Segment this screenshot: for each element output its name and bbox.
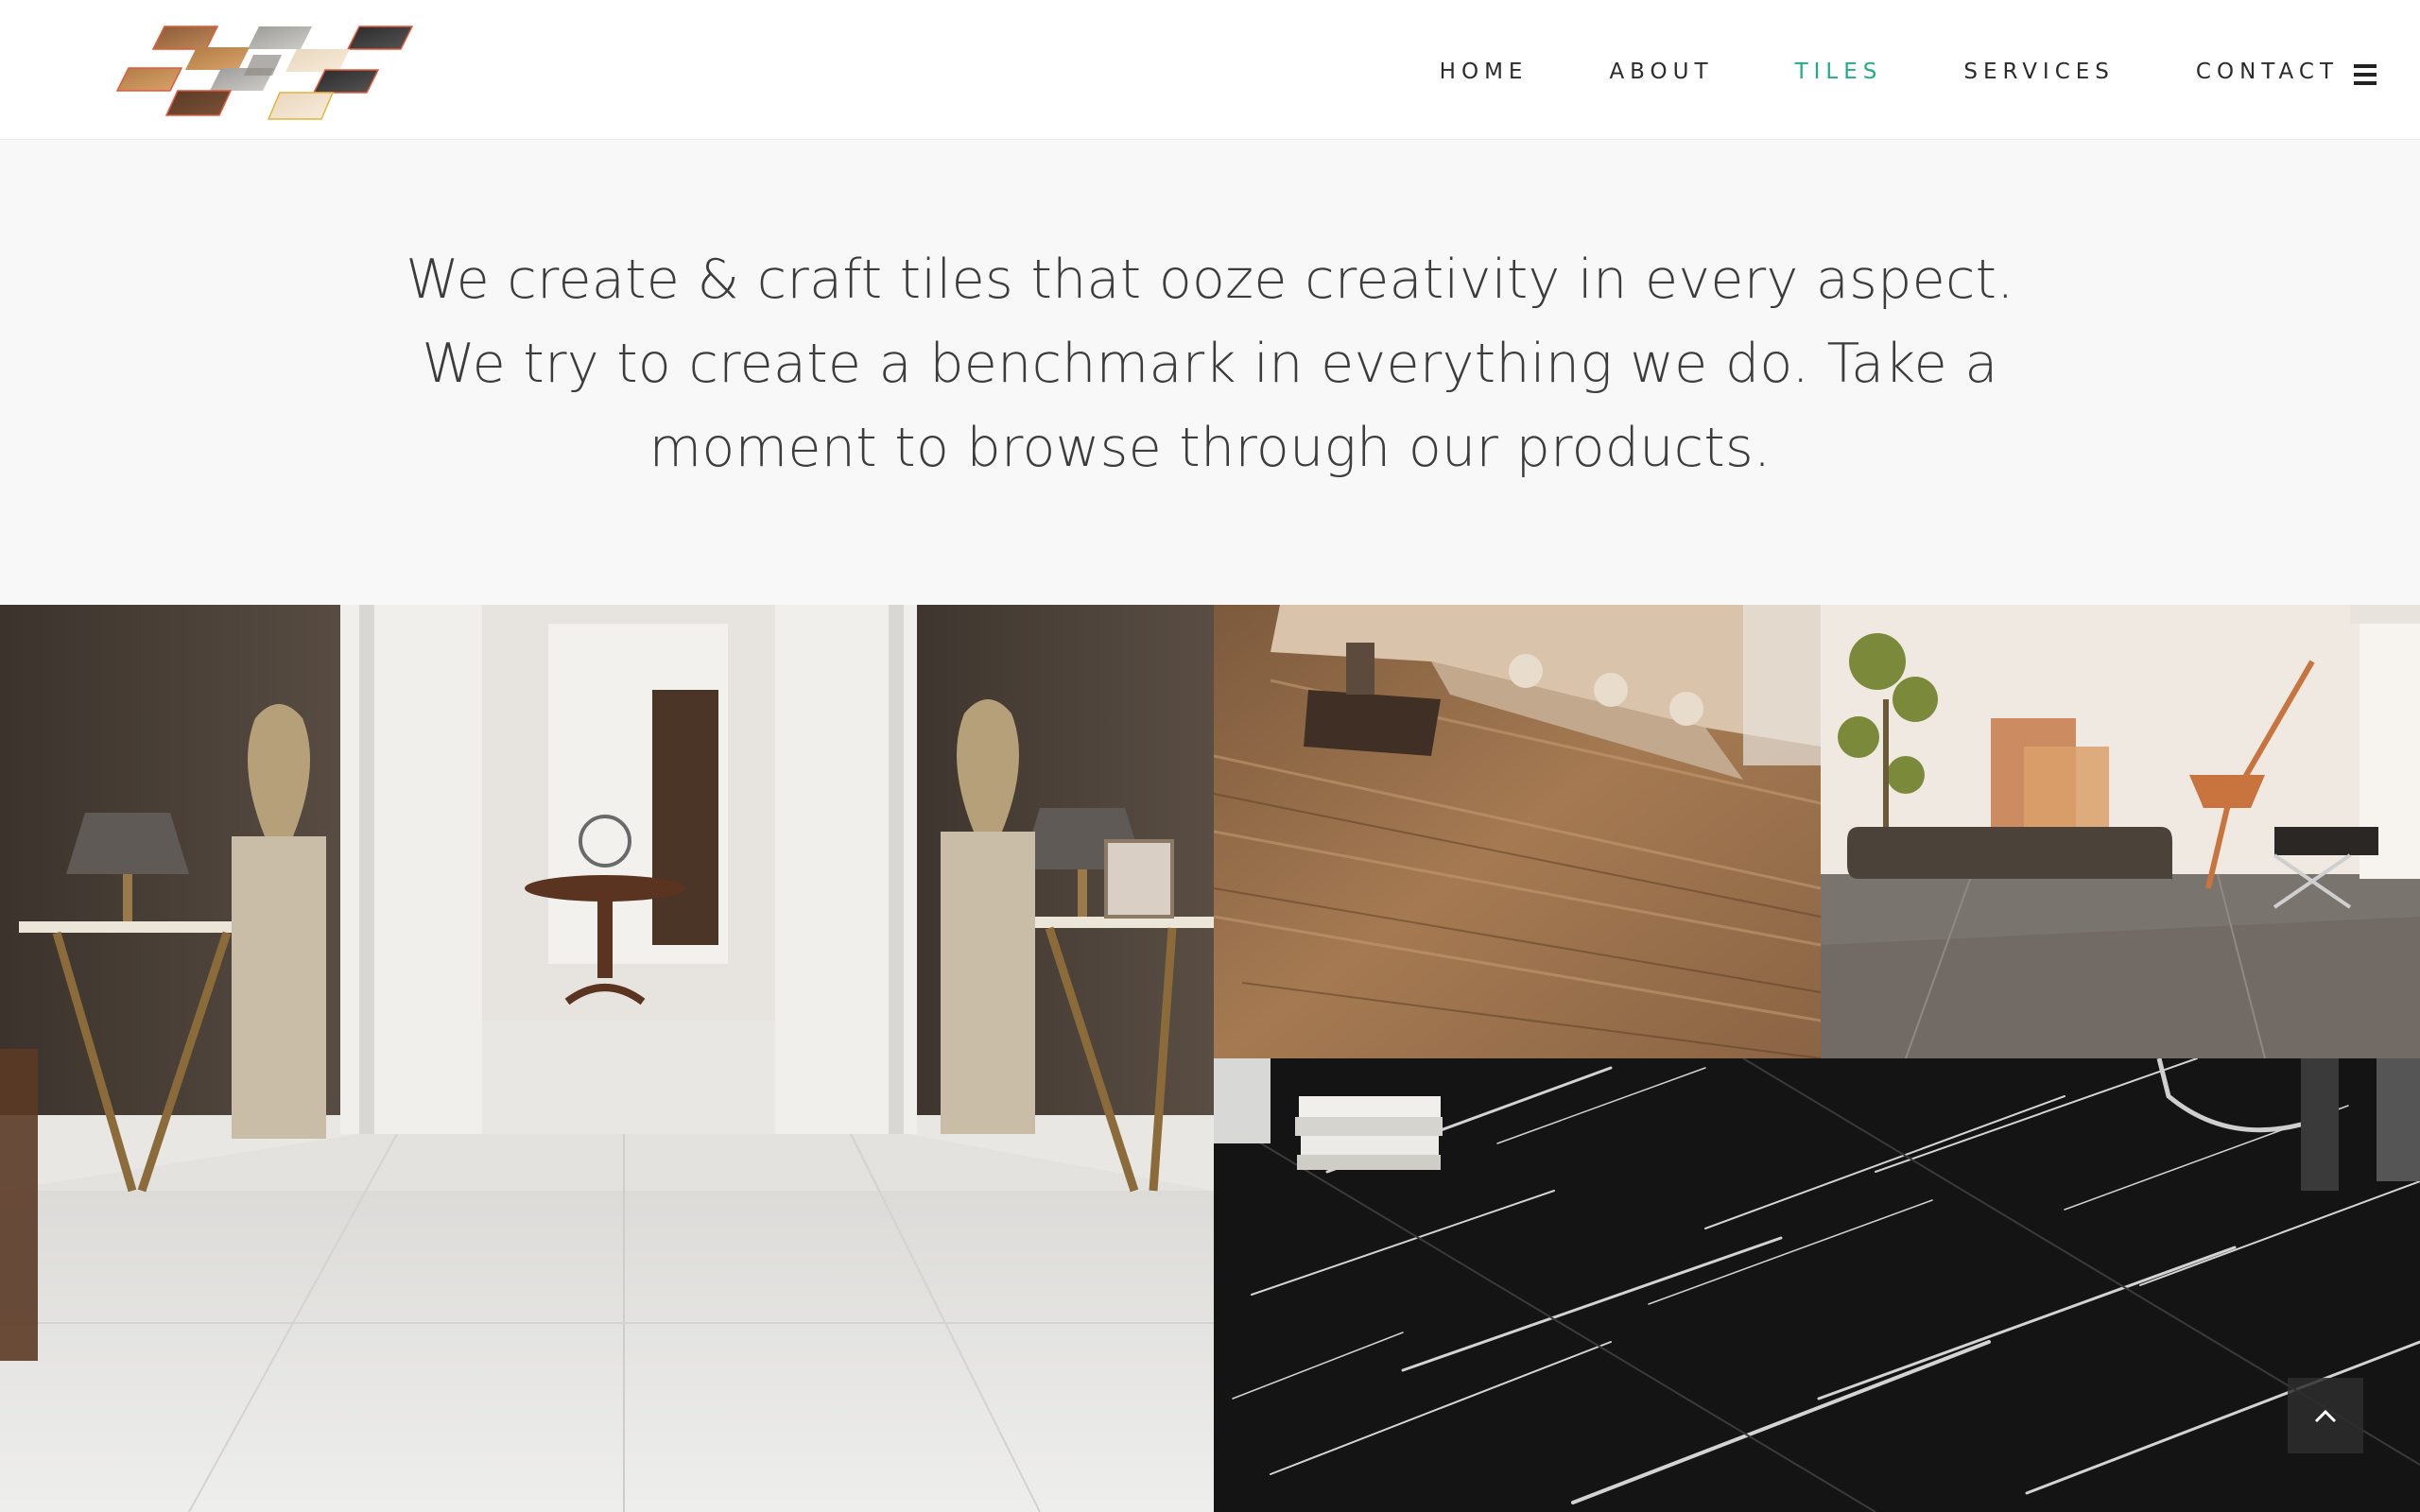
hamburger-menu-icon[interactable] xyxy=(2354,64,2377,85)
tile-swatches-logo xyxy=(115,26,414,120)
main-nav: HOME ABOUT TILES SERVICES CONTACT xyxy=(1440,0,2420,140)
intro-text: We create & craft tiles that ooze creati… xyxy=(406,249,2014,479)
back-to-top-button[interactable] xyxy=(2288,1378,2363,1453)
site-logo[interactable] xyxy=(112,21,420,130)
nav-home-link[interactable]: HOME xyxy=(1440,56,1529,84)
grey-stone-lounge-tile[interactable] xyxy=(1821,605,2420,1058)
site-header: HOME ABOUT TILES SERVICES CONTACT xyxy=(0,0,2420,140)
intro-section: We create & craft tiles that ooze creati… xyxy=(0,140,2420,605)
white-onyx-hallway-tile[interactable] xyxy=(0,605,1214,1512)
nav-services-link[interactable]: SERVICES xyxy=(1963,56,2115,84)
nav-tiles-link[interactable]: TILES xyxy=(1795,56,1883,84)
wood-marble-living-room-tile[interactable] xyxy=(1214,605,1821,1058)
chevron-up-icon xyxy=(2314,1409,2337,1423)
tiles-gallery xyxy=(0,605,2420,1512)
nav-contact-link[interactable]: CONTACT xyxy=(2196,56,2339,84)
nav-about-link[interactable]: ABOUT xyxy=(1609,56,1713,84)
black-marble-floor-tile[interactable] xyxy=(1214,1058,2420,1512)
